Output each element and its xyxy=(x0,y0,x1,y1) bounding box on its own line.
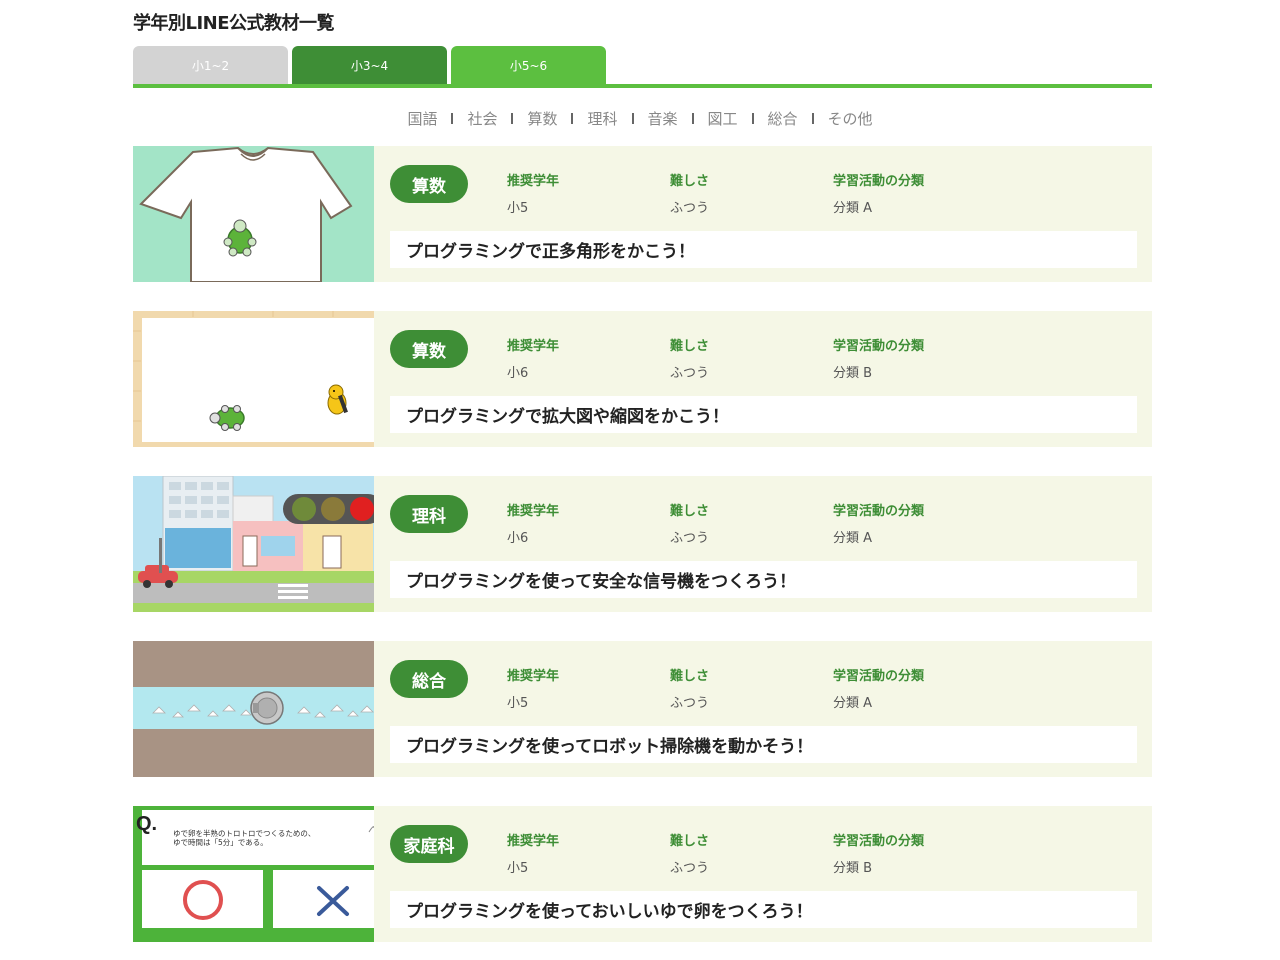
subject-badge: 算数 xyxy=(390,165,468,203)
tab-grade-3-4[interactable]: 小3~4 xyxy=(292,46,447,85)
subject-link-other[interactable]: その他 xyxy=(814,108,887,129)
difficulty-label: 難しさ xyxy=(670,504,710,519)
lesson-title[interactable]: プログラミングを使ってロボット掃除機を動かそう！ xyxy=(390,726,1137,763)
traffic-light-street-image xyxy=(133,476,374,612)
grade-label: 推奨学年 xyxy=(507,339,560,354)
subject-link-music[interactable]: 音楽 xyxy=(634,108,692,129)
difficulty-label: 難しさ xyxy=(670,174,710,189)
grade-value: 小6 xyxy=(507,531,529,546)
category-info: 学習活動の分類 分類 A xyxy=(833,665,924,711)
category-info: 学習活動の分類 分類 A xyxy=(833,170,924,216)
difficulty-value: ふつう xyxy=(670,531,710,546)
grade-value: 小5 xyxy=(507,861,529,876)
subject-link-social[interactable]: 社会 xyxy=(453,108,511,129)
lesson-title[interactable]: プログラミングで拡大図や縮図をかこう！ xyxy=(390,396,1137,433)
lesson-title[interactable]: プログラミングを使っておいしいゆで卵をつくろう！ xyxy=(390,891,1137,928)
tab-grade-1-2[interactable]: 小1~2 xyxy=(133,46,288,85)
difficulty-info: 難しさ ふつう xyxy=(670,170,709,216)
subject-link-integrated[interactable]: 総合 xyxy=(754,108,812,129)
difficulty-value: ふつう xyxy=(670,366,710,381)
category-label: 学習活動の分類 xyxy=(833,834,925,849)
category-info: 学習活動の分類 分類 A xyxy=(833,500,924,546)
category-label: 学習活動の分類 xyxy=(833,339,925,354)
subject-link-science[interactable]: 理科 xyxy=(573,108,631,129)
quiz-text-line2: ゆで時間は「5分」である。 xyxy=(173,838,268,847)
category-value: 分類 A xyxy=(833,696,873,711)
difficulty-label: 難しさ xyxy=(670,669,710,684)
grade-info: 推奨学年小6 xyxy=(507,500,559,546)
category-label: 学習活動の分類 xyxy=(833,669,925,684)
category-label: 学習活動の分類 xyxy=(833,504,925,519)
quiz-mark: Q. xyxy=(136,813,157,835)
category-value: 分類 A xyxy=(833,201,873,216)
tab-grade-5-6[interactable]: 小5~6 xyxy=(451,46,606,85)
category-info: 学習活動の分類 分類 B xyxy=(833,830,924,876)
difficulty-label: 難しさ xyxy=(670,339,710,354)
robot-vacuum-image xyxy=(133,641,374,777)
subject-badge: 総合 xyxy=(390,660,468,698)
category-info: 学習活動の分類 分類 B xyxy=(833,335,924,381)
grade-tabs: 小1~2 小3~4 小5~6 xyxy=(133,46,1152,88)
egg-quiz-image: Q. ゆで卵を半熟のトロトロでつくるための、 ゆで時間は「5分」である。 xyxy=(133,806,374,942)
subject-link-art[interactable]: 図工 xyxy=(694,108,752,129)
tshirt-turtle-image xyxy=(133,146,374,282)
difficulty-label: 難しさ xyxy=(670,834,710,849)
grade-info: 推奨学年小5 xyxy=(507,170,559,216)
difficulty-value: ふつう xyxy=(670,696,710,711)
grade-value: 小6 xyxy=(507,366,529,381)
difficulty-info: 難しさ ふつう xyxy=(670,335,709,381)
subject-badge: 家庭科 xyxy=(390,825,468,863)
lesson-title[interactable]: プログラミングを使って安全な信号機をつくろう！ xyxy=(390,561,1137,598)
grade-info: 推奨学年小6 xyxy=(507,335,559,381)
grade-value: 小5 xyxy=(507,696,529,711)
category-value: 分類 B xyxy=(833,861,873,876)
page-title: 学年別LINE公式教材一覧 xyxy=(133,13,335,34)
subject-link-math[interactable]: 算数 xyxy=(513,108,571,129)
difficulty-info: 難しさ ふつう xyxy=(670,830,709,876)
lesson-card[interactable]: 総合 推奨学年小5 難しさふつう 学習活動の分類 分類 A プログラミングを使って… xyxy=(133,641,1152,777)
difficulty-value: ふつう xyxy=(670,201,710,216)
grade-info: 推奨学年小5 xyxy=(507,665,559,711)
quiz-text-line1: ゆで卵を半熟のトロトロでつくるための、 xyxy=(173,828,315,838)
grade-info: 推奨学年小5 xyxy=(507,830,559,876)
grade-label: 推奨学年 xyxy=(507,669,560,684)
lesson-card[interactable]: Q. ゆで卵を半熟のトロトロでつくるための、 ゆで時間は「5分」である。 家庭科… xyxy=(133,806,1152,942)
grade-label: 推奨学年 xyxy=(507,834,560,849)
difficulty-info: 難しさ ふつう xyxy=(670,500,709,546)
difficulty-value: ふつう xyxy=(670,861,710,876)
category-label: 学習活動の分類 xyxy=(833,174,925,189)
turtle-and-duck-image xyxy=(133,311,374,447)
lesson-title[interactable]: プログラミングで正多角形をかこう！ xyxy=(390,231,1137,268)
category-value: 分類 A xyxy=(833,531,873,546)
grade-label: 推奨学年 xyxy=(507,174,560,189)
subject-filter-nav: 国語 社会 算数 理科 音楽 図工 総合 その他 xyxy=(0,108,1280,129)
tab-underline xyxy=(133,84,1152,88)
grade-value: 小5 xyxy=(507,201,529,216)
lesson-card[interactable]: 算数 推奨学年小6 難しさふつう 学習活動の分類 分類 B プログラミングで拡大図… xyxy=(133,311,1152,447)
subject-badge: 算数 xyxy=(390,330,468,368)
category-value: 分類 B xyxy=(833,366,873,381)
grade-label: 推奨学年 xyxy=(507,504,560,519)
subject-badge: 理科 xyxy=(390,495,468,533)
lesson-card[interactable]: 算数 推奨学年小5 難しさふつう 学習活動の分類 分類 A プログラミングで正多角… xyxy=(133,146,1152,282)
difficulty-info: 難しさ ふつう xyxy=(670,665,709,711)
lesson-card[interactable]: 理科 推奨学年小6 難しさふつう 学習活動の分類 分類 A プログラミングを使って… xyxy=(133,476,1152,612)
subject-link-japanese[interactable]: 国語 xyxy=(393,108,451,129)
